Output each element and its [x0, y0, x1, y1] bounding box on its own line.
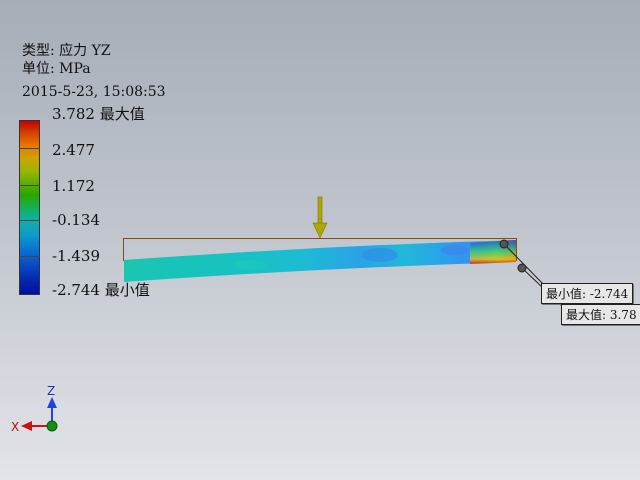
contour-spot	[234, 260, 266, 270]
contour-spot	[441, 245, 469, 255]
contour-spot	[362, 248, 398, 262]
coordinate-triad	[21, 397, 58, 432]
axis-z-label: Z	[47, 384, 56, 398]
origin-icon	[46, 420, 58, 432]
load-arrow-icon	[312, 196, 328, 239]
beam-tip-hotspot	[470, 240, 516, 264]
axis-x-label: X	[11, 420, 20, 434]
max-probe-marker[interactable]	[517, 263, 527, 273]
min-value-callout[interactable]: 最小值: -2.744	[541, 283, 634, 304]
min-probe-marker[interactable]	[499, 239, 509, 249]
max-value-callout[interactable]: 最大值: 3.78	[561, 304, 640, 325]
model-viewport[interactable]	[0, 0, 640, 480]
